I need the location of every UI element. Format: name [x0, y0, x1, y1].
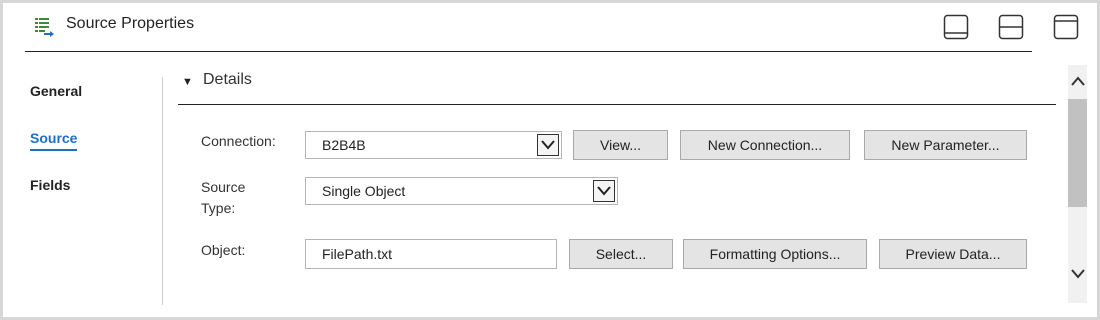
source-type-value: Single Object [322, 183, 406, 199]
chevron-down-icon[interactable] [537, 134, 559, 156]
view-connection-button[interactable]: View... [573, 130, 668, 160]
formatting-options-button[interactable]: Formatting Options... [683, 239, 867, 269]
caret-down-icon[interactable]: ▼ [182, 76, 193, 88]
nav-item-label: Source [30, 130, 78, 146]
details-section-header[interactable]: ▼ Details [178, 69, 1056, 105]
layout-bottom-panel-icon[interactable] [943, 14, 969, 40]
nav-item-general[interactable]: General [30, 83, 82, 99]
nav-item-label: General [30, 83, 83, 99]
preview-data-button[interactable]: Preview Data... [879, 239, 1027, 269]
scroll-up-icon[interactable] [1069, 73, 1087, 89]
table-source-icon [33, 16, 54, 37]
object-value: FilePath.txt [322, 246, 393, 262]
layout-split-icon[interactable] [998, 14, 1024, 40]
select-object-button[interactable]: Select... [569, 239, 673, 269]
scrollbar-thumb[interactable] [1068, 99, 1087, 207]
source-type-label-line1: Source [201, 179, 246, 195]
connection-value: B2B4B [322, 137, 366, 153]
new-parameter-button[interactable]: New Parameter... [864, 130, 1027, 160]
active-tab-underline [30, 149, 78, 151]
chevron-down-icon[interactable] [593, 180, 615, 202]
panel-header: Source Properties [25, 5, 1079, 52]
scroll-down-icon[interactable] [1069, 266, 1087, 282]
page-title: Source Properties [66, 15, 195, 32]
connection-label: Connection: [201, 133, 276, 149]
nav-item-fields[interactable]: Fields [30, 177, 70, 193]
section-title: Details [203, 71, 252, 88]
layout-top-panel-icon[interactable] [1053, 14, 1079, 40]
source-type-select[interactable]: Single Object [305, 177, 618, 205]
new-connection-button[interactable]: New Connection... [680, 130, 850, 160]
object-label: Object: [201, 242, 246, 258]
nav-item-label: Fields [30, 177, 71, 193]
nav-divider [162, 77, 163, 305]
source-properties-panel: Source Properties General Source Fields … [0, 0, 1100, 320]
object-field[interactable]: FilePath.txt [305, 239, 557, 269]
nav-item-source[interactable]: Source [30, 130, 78, 151]
source-type-label-line2: Type: [201, 200, 236, 216]
connection-select[interactable]: B2B4B [305, 131, 562, 159]
